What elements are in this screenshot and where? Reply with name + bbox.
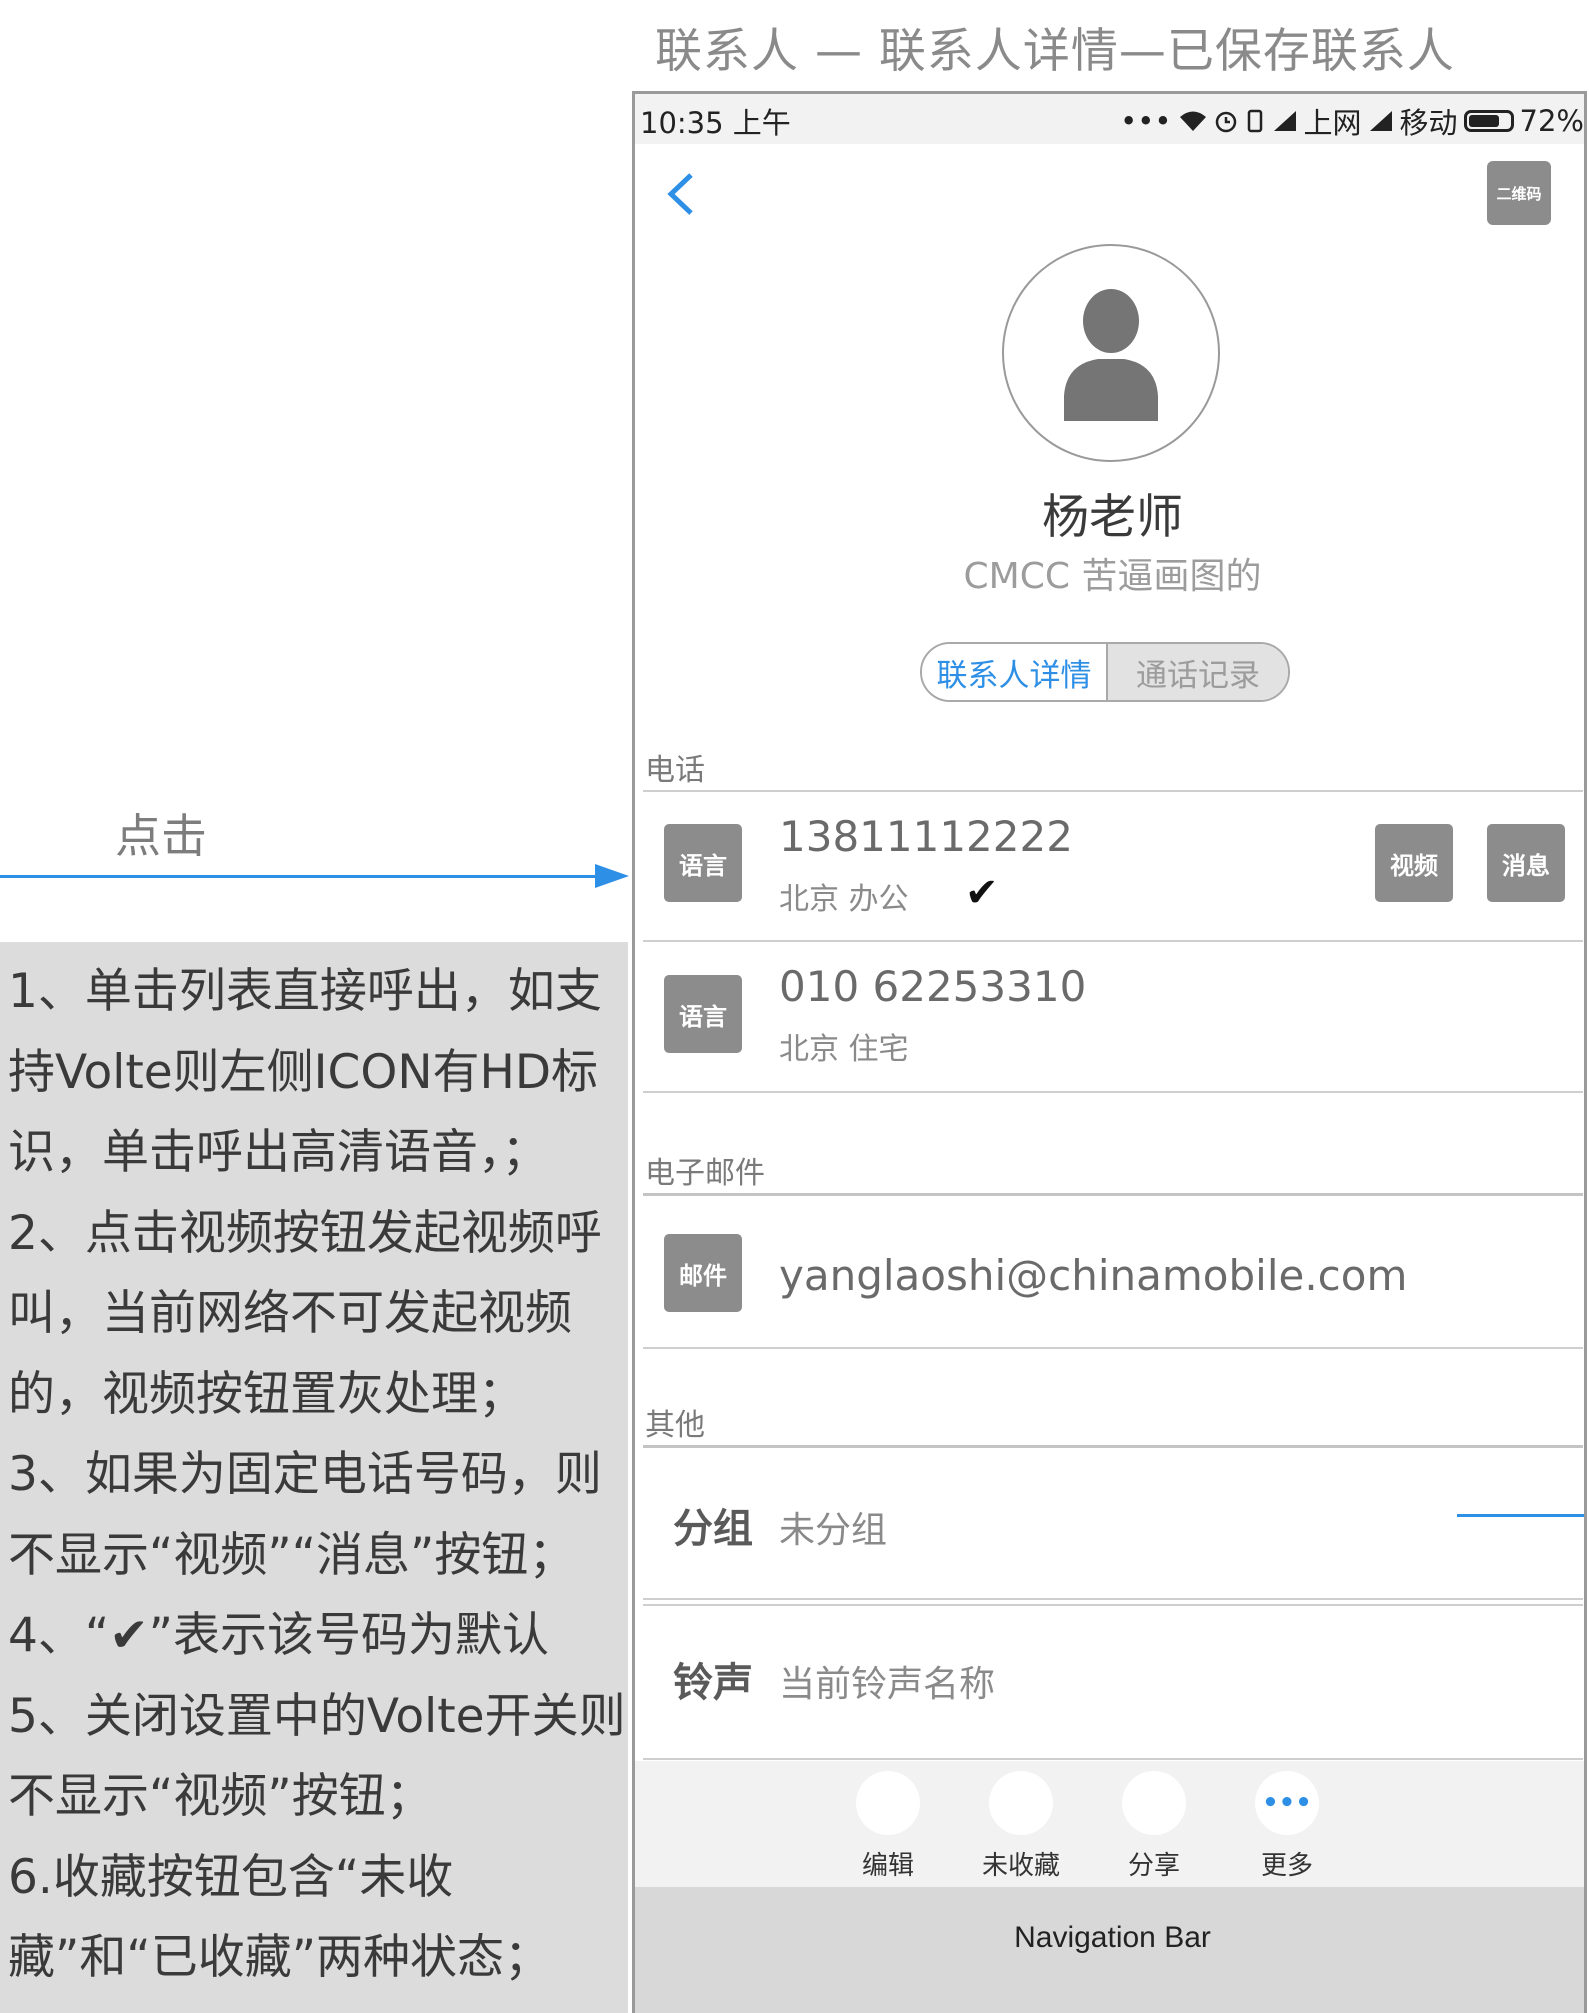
tab-switcher: 联系人详情 通话记录 xyxy=(920,642,1290,702)
click-annotation-label: 点击 xyxy=(115,809,207,863)
annotation-arrow-line xyxy=(0,875,595,878)
edit-icon xyxy=(856,1771,920,1835)
note-line: 1、单击列表直接呼出，如支 xyxy=(8,964,602,1019)
status-bar: 10:35 上午 ••• 上网 移动 72% xyxy=(635,94,1584,144)
carrier-label: 移动 xyxy=(1399,106,1458,140)
note-line: 2、点击视频按钮发起视频呼 xyxy=(8,1205,602,1261)
annotation-connector-line xyxy=(1457,1514,1584,1517)
message-button[interactable]: 消息 xyxy=(1487,824,1565,902)
navigation-bar: Navigation Bar xyxy=(635,1887,1584,2013)
page-title: 联系人 — 联系人详情—已保存联系人 xyxy=(655,24,1455,79)
more-dots-icon: ••• xyxy=(1120,104,1172,138)
back-arrow-icon[interactable] xyxy=(659,169,709,219)
note-line: 不显示“视频”按钮； xyxy=(8,1769,433,1824)
divider xyxy=(643,1091,1583,1093)
battery-percent: 72% xyxy=(1519,104,1584,138)
divider xyxy=(643,1758,1583,1760)
note-line: 6.收藏按钮包含“未收 xyxy=(8,1849,454,1905)
ringtone-row[interactable]: 铃声 当前铃声名称 xyxy=(635,1606,1584,1754)
video-call-button[interactable]: 视频 xyxy=(1375,824,1453,902)
note-line: 3、如果为固定电话号码，则 xyxy=(8,1447,602,1502)
more-label: 更多 xyxy=(1260,1851,1313,1881)
note-line: 的，视频按钮置灰处理； xyxy=(8,1366,525,1422)
edit-label: 编辑 xyxy=(861,1851,914,1881)
share-button[interactable]: 分享 xyxy=(1099,1771,1209,1882)
section-label-other: 其他 xyxy=(645,1408,705,1443)
group-value: 未分组 xyxy=(779,1510,888,1551)
phone-row-1[interactable]: 语言 13811112222 北京 办公 ✔ 视频 消息 xyxy=(635,792,1584,934)
note-line: 4、“✔”表示该号码为默认 xyxy=(8,1608,549,1663)
note-line: 识，单击呼出高清语音，； xyxy=(8,1125,549,1180)
share-label: 分享 xyxy=(1127,1851,1180,1881)
voice-call-icon: 语言 xyxy=(664,824,742,902)
more-button[interactable]: ••• 更多 xyxy=(1232,1771,1342,1882)
note-line: 不显示“视频”“消息”按钮； xyxy=(8,1527,576,1583)
favorite-icon xyxy=(989,1771,1053,1835)
note-line: 藏”和“已收藏”两种状态； xyxy=(8,1930,552,1985)
wifi-icon xyxy=(1179,111,1206,131)
person-icon xyxy=(1064,289,1158,421)
tab-contact-details[interactable]: 联系人详情 xyxy=(922,644,1108,700)
group-row[interactable]: 分组 未分组 xyxy=(635,1448,1584,1596)
bottom-toolbar: 编辑 未收藏 分享 ••• 更多 xyxy=(635,1761,1584,1887)
phone-number: 13811112222 xyxy=(779,812,1073,861)
group-title: 分组 xyxy=(673,1506,753,1552)
voice-call-icon: 语言 xyxy=(664,975,742,1053)
divider xyxy=(643,1347,1583,1349)
email-address[interactable]: yanglaoshi@chinamobile.com xyxy=(779,1251,1407,1300)
section-label-email: 电子邮件 xyxy=(645,1156,765,1191)
default-check-icon: ✔ xyxy=(965,870,999,916)
phone-screen: 10:35 上午 ••• 上网 移动 72% 二维码 杨老师 CMCC 苦逼画图… xyxy=(632,91,1587,2013)
tab-call-history[interactable]: 通话记录 xyxy=(1108,644,1288,700)
alarm-icon xyxy=(1215,111,1236,133)
ringtone-value: 当前铃声名称 xyxy=(779,1664,996,1705)
favorite-label: 未收藏 xyxy=(981,1851,1060,1881)
phone-row-2[interactable]: 语言 010 62253310 北京 住宅 xyxy=(635,942,1584,1090)
divider xyxy=(643,1193,1583,1196)
divider xyxy=(643,1598,1583,1600)
annotation-notes-panel: 1、单击列表直接呼出，如支 持Volte则左侧ICON有HD标 识，单击呼出高清… xyxy=(0,942,628,2013)
phone-location: 北京 办公 xyxy=(779,882,909,917)
network-label: 上网 xyxy=(1303,106,1362,140)
note-line: 持Volte则左侧ICON有HD标 xyxy=(8,1044,599,1100)
note-line: 叫，当前网络不可发起视频 xyxy=(8,1286,572,1341)
email-icon: 邮件 xyxy=(664,1234,742,1312)
signal-icon xyxy=(1273,111,1296,131)
note-line: 5、关闭设置中的Volte开关则 xyxy=(8,1688,626,1744)
contact-name: 杨老师 xyxy=(1042,490,1183,545)
status-icons: ••• 上网 移动 72% xyxy=(1120,100,1584,142)
signal-icon xyxy=(1369,111,1392,131)
annotation-notes: 1、单击列表直接呼出，如支 持Volte则左侧ICON有HD标 识，单击呼出高清… xyxy=(8,952,628,1999)
avatar xyxy=(1002,244,1220,462)
navigation-bar-label: Navigation Bar xyxy=(1014,1921,1211,1954)
more-icon: ••• xyxy=(1255,1771,1319,1835)
qr-code-button[interactable]: 二维码 xyxy=(1487,161,1551,225)
share-icon xyxy=(1122,1771,1186,1835)
phone-number: 010 62253310 xyxy=(779,962,1087,1011)
status-time: 10:35 上午 xyxy=(640,106,791,140)
phone-location: 北京 住宅 xyxy=(779,1032,909,1067)
edit-button[interactable]: 编辑 xyxy=(833,1771,943,1882)
vibrate-icon xyxy=(1247,109,1262,133)
battery-icon xyxy=(1463,110,1514,132)
section-label-phone: 电话 xyxy=(645,753,705,788)
contact-organization: CMCC 苦逼画图的 xyxy=(963,556,1262,597)
favorite-button[interactable]: 未收藏 xyxy=(966,1771,1076,1882)
ringtone-title: 铃声 xyxy=(673,1660,753,1706)
annotation-arrow-head-icon xyxy=(595,864,629,888)
